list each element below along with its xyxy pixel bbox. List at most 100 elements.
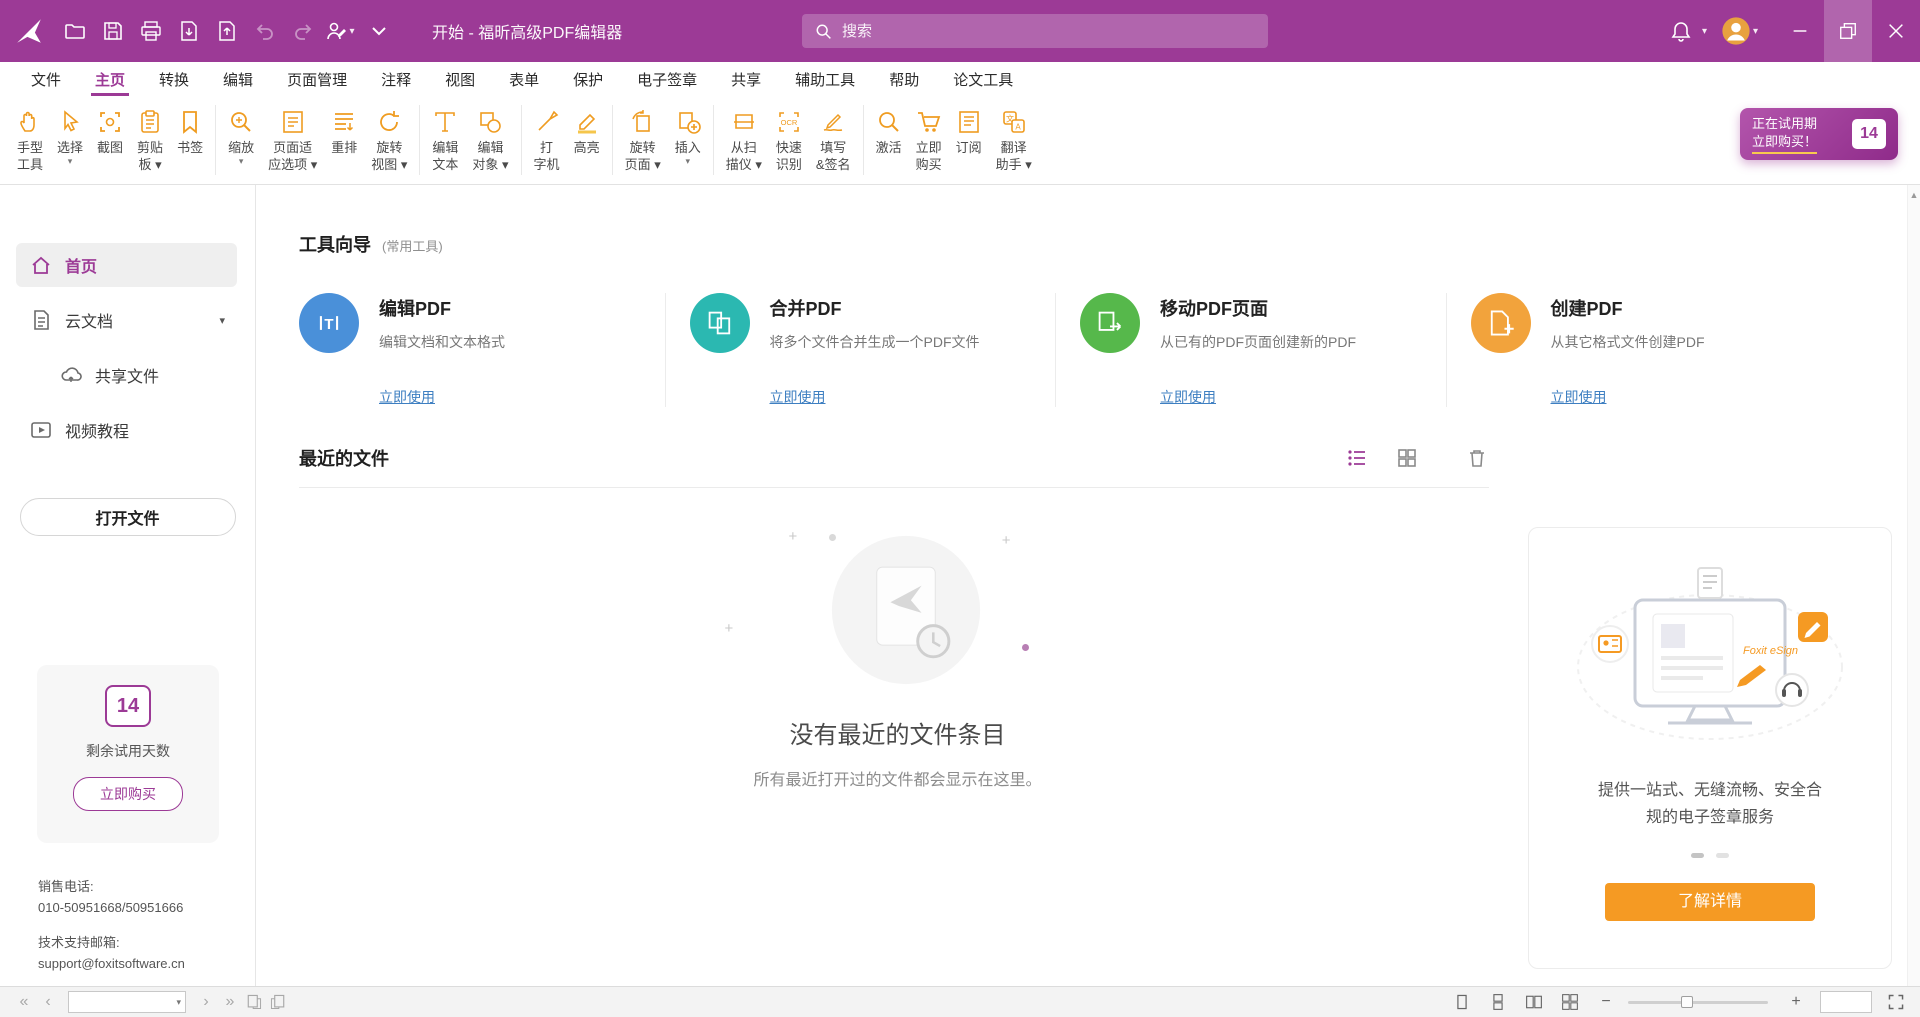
menubar: 文件主页转换编辑页面管理注释视图表单保护电子签章共享辅助工具帮助论文工具 (0, 62, 1920, 97)
next-page-button[interactable]: › (194, 990, 218, 1014)
continuous-facing-view-button[interactable] (1558, 990, 1582, 1014)
grid-view-button[interactable] (1395, 446, 1419, 470)
menu-item-protect[interactable]: 保护 (556, 62, 620, 97)
tool-card-edit-pdf[interactable]: T编辑PDF编辑文档和文本格式立即使用 (299, 293, 666, 407)
collapse-ribbon-button[interactable] (360, 12, 398, 50)
ribbon-bookmark-button[interactable]: 书签 (170, 103, 210, 158)
ribbon-activate-button[interactable]: 激活 (869, 103, 909, 158)
ribbon-fill-sign-button[interactable]: 填写&签名 (809, 103, 858, 175)
zoom-slider[interactable] (1628, 1001, 1768, 1004)
tool-card-create-pdf-description: 从其它格式文件创建PDF (1551, 332, 1705, 352)
ribbon-translate-assistant-button[interactable]: 文A翻译助手 ▾ (989, 103, 1039, 175)
restore-button[interactable] (1824, 0, 1872, 62)
menu-item-home[interactable]: 主页 (78, 62, 142, 97)
open-file-button[interactable]: 打开文件 (20, 498, 236, 536)
menu-item-esign[interactable]: 电子签章 (620, 62, 714, 97)
zoom-out-button[interactable]: − (1594, 990, 1618, 1014)
export-pdf-button[interactable] (170, 12, 208, 50)
close-button[interactable] (1872, 0, 1920, 62)
menu-item-file[interactable]: 文件 (14, 62, 78, 97)
redo-button[interactable] (284, 12, 322, 50)
prev-page-button[interactable]: ‹ (36, 990, 60, 1014)
ribbon-edit-text-button[interactable]: 编辑文本 (425, 103, 465, 175)
tool-card-move-pdf-pages[interactable]: 移动PDF页面从已有的PDF页面创建新的PDF立即使用 (1056, 293, 1447, 407)
esign-button[interactable]: ▾ (322, 12, 360, 50)
ribbon-from-scanner-button[interactable]: 从扫描仪 ▾ (719, 103, 769, 175)
ribbon-edit-object-button[interactable]: 编辑对象 ▾ (465, 103, 515, 175)
ribbon-hand-tool-button[interactable]: 手型工具 (10, 103, 50, 175)
ribbon-highlight-button[interactable]: 高亮 (567, 103, 607, 158)
page-number-caret-icon[interactable]: ▾ (176, 997, 181, 1008)
list-view-button[interactable] (1345, 446, 1369, 470)
menu-item-paper-tools[interactable]: 论文工具 (936, 62, 1030, 97)
continuous-view-button[interactable] (1486, 990, 1510, 1014)
carousel-dot-2[interactable] (1716, 853, 1729, 858)
tool-card-move-pdf-pages-use-now-link[interactable]: 立即使用 (1160, 387, 1216, 407)
ribbon-rotate-view-button[interactable]: 旋转视图 ▾ (364, 103, 414, 175)
sidebar-item-home[interactable]: 首页 (16, 243, 237, 287)
fullscreen-button[interactable] (1884, 990, 1908, 1014)
open-file-button[interactable] (56, 12, 94, 50)
chevron-down-icon[interactable]: ▾ (219, 314, 225, 327)
notifications-caret-icon[interactable]: ▾ (1702, 26, 1707, 37)
first-page-button[interactable]: « (12, 990, 36, 1014)
print-button[interactable] (132, 12, 170, 50)
learn-more-button[interactable]: 了解详情 (1605, 883, 1815, 921)
ribbon-quick-ocr-button[interactable]: OCR快速识别 (769, 103, 809, 175)
ribbon-clipboard-button[interactable]: 剪贴板 ▾ (130, 103, 170, 175)
menu-item-edit[interactable]: 编辑 (206, 62, 270, 97)
menu-item-help[interactable]: 帮助 (872, 62, 936, 97)
support-email-value[interactable]: support@foxitsoftware.cn (38, 953, 185, 974)
ribbon-zoom-button[interactable]: 缩放▾ (221, 103, 261, 169)
tool-card-merge-pdf[interactable]: 合并PDF将多个文件合并生成一个PDF文件立即使用 (666, 293, 1057, 407)
deco-plus-icon: + (1002, 532, 1011, 549)
page-number-input[interactable] (73, 995, 176, 1009)
scroll-up-icon[interactable]: ▲ (1910, 190, 1919, 200)
search-bar[interactable] (802, 14, 1268, 48)
zoom-in-button[interactable]: + (1784, 990, 1808, 1014)
scrollbar[interactable]: ▲ (1907, 185, 1920, 986)
sidebar-item-shared-files[interactable]: 共享文件 (16, 353, 237, 397)
ribbon-fit-page-options-button[interactable]: 页面适应选项 ▾ (261, 103, 324, 175)
menu-item-form[interactable]: 表单 (492, 62, 556, 97)
prev-view-button[interactable] (242, 990, 266, 1014)
zoom-slider-thumb[interactable] (1681, 996, 1693, 1008)
ribbon-insert-pages-button[interactable]: 插入▾ (668, 103, 708, 169)
undo-button[interactable] (246, 12, 284, 50)
menu-item-share[interactable]: 共享 (714, 62, 778, 97)
ribbon-snapshot-button[interactable]: 截图 (90, 103, 130, 158)
ribbon-rotate-pages-button[interactable]: 旋转页面 ▾ (618, 103, 668, 175)
notifications-button[interactable] (1662, 12, 1700, 50)
sidebar-item-video-tutorials[interactable]: 视频教程 (16, 408, 237, 452)
ribbon-buy-now-button[interactable]: 立即购买 (909, 103, 949, 175)
tool-card-create-pdf[interactable]: 创建PDF从其它格式文件创建PDF立即使用 (1447, 293, 1837, 407)
minimize-button[interactable] (1776, 0, 1824, 62)
zoom-value-input[interactable] (1820, 991, 1872, 1013)
ribbon-subscribe-button[interactable]: 订阅 (949, 103, 989, 158)
facing-view-button[interactable] (1522, 990, 1546, 1014)
menu-item-convert[interactable]: 转换 (142, 62, 206, 97)
ribbon-select-tool-button[interactable]: 选择▾ (50, 103, 90, 169)
ribbon-typewriter-button[interactable]: 打字机 (527, 103, 567, 175)
last-page-button[interactable]: » (218, 990, 242, 1014)
menu-item-organize[interactable]: 页面管理 (270, 62, 364, 97)
account-caret-icon[interactable]: ▾ (1753, 26, 1758, 37)
delete-recent-button[interactable] (1465, 446, 1489, 470)
menu-item-view[interactable]: 视图 (428, 62, 492, 97)
sidebar-item-cloud-docs[interactable]: 云文档▾ (16, 298, 237, 342)
menu-item-accessibility[interactable]: 辅助工具 (778, 62, 872, 97)
tool-card-merge-pdf-use-now-link[interactable]: 立即使用 (770, 387, 826, 407)
carousel-dot-1[interactable] (1691, 853, 1704, 858)
menu-item-comment[interactable]: 注释 (364, 62, 428, 97)
tool-card-create-pdf-use-now-link[interactable]: 立即使用 (1551, 387, 1607, 407)
search-input[interactable] (842, 23, 1256, 40)
share-file-button[interactable] (208, 12, 246, 50)
trial-badge[interactable]: 正在试用期 立即购买！ 14 (1740, 108, 1898, 160)
save-button[interactable] (94, 12, 132, 50)
single-page-view-button[interactable] (1450, 990, 1474, 1014)
ribbon-reflow-button[interactable]: 重排 (324, 103, 364, 158)
avatar[interactable] (1721, 16, 1751, 46)
next-view-button[interactable] (266, 990, 290, 1014)
tool-card-edit-pdf-use-now-link[interactable]: 立即使用 (379, 387, 435, 407)
sidebar-buy-now-button[interactable]: 立即购买 (73, 777, 183, 811)
